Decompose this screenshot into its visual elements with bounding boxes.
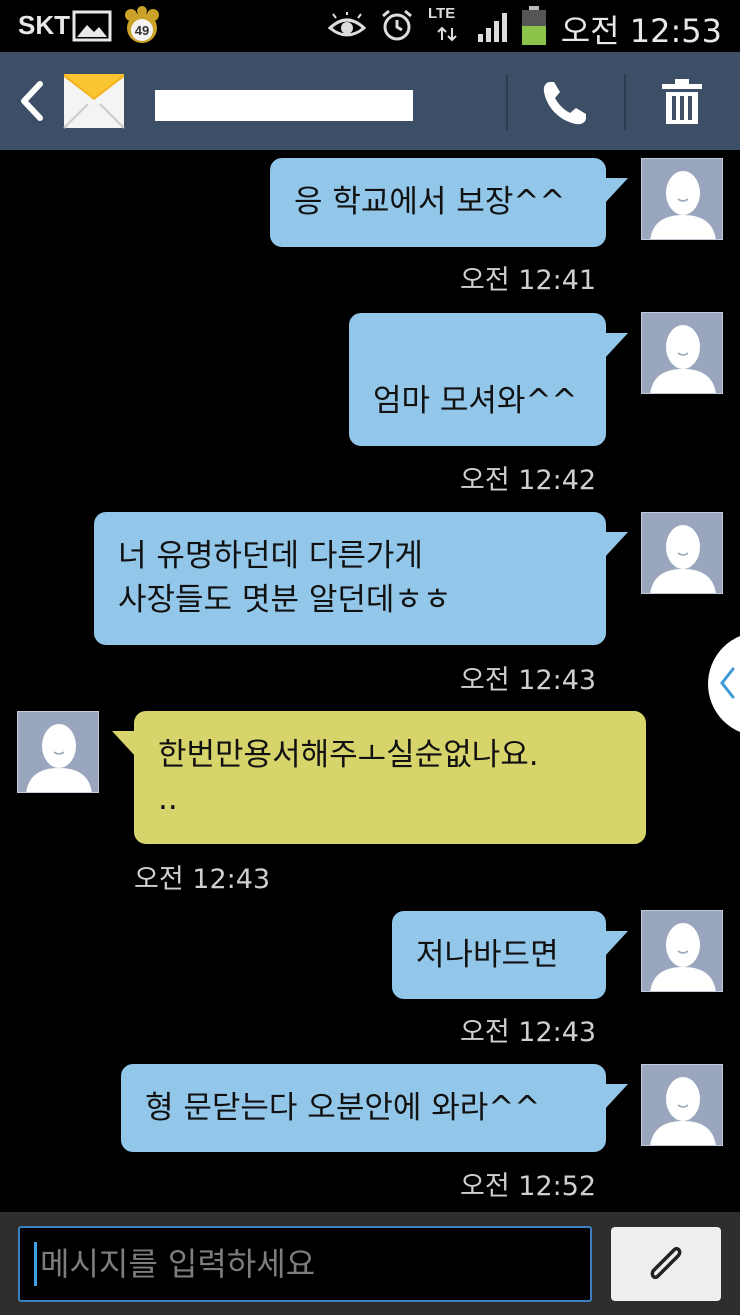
message-line: 너 유명하던데 다른가게 — [118, 538, 423, 574]
attach-button[interactable] — [611, 1227, 721, 1301]
person-icon — [650, 923, 716, 991]
message-timestamp: 오전 12:41 — [460, 265, 597, 296]
eye-icon — [327, 12, 367, 44]
signal-icon — [478, 10, 512, 46]
avatar[interactable] — [641, 312, 723, 394]
carrier-label: SKT — [18, 10, 70, 40]
phone-icon[interactable] — [538, 78, 590, 134]
avatar[interactable] — [641, 1064, 723, 1146]
lte-label: LTE — [428, 5, 456, 22]
message-timestamp: 오전 12:52 — [460, 1171, 597, 1202]
battery-icon — [521, 6, 547, 50]
person-icon — [650, 171, 716, 239]
message-timestamp: 오전 12:43 — [460, 1017, 597, 1048]
message-bubble-sent[interactable]: 형 문닫는다 오분안에 와라^^ — [121, 1064, 628, 1152]
person-icon — [650, 325, 716, 393]
side-panel-handle[interactable] — [708, 632, 740, 736]
message-bubble-sent[interactable]: 저나바드면 — [392, 911, 628, 999]
message-line: 형 문닫는다 오분안에 와라^^ — [145, 1090, 541, 1126]
message-line: 엄마 모셔와^^ — [373, 383, 578, 419]
message-input-placeholder: 메시지를 입력하세요 — [40, 1245, 316, 1283]
status-bar: SKT 49 LTE 오전 12:53 — [0, 0, 740, 52]
header-divider — [506, 74, 508, 130]
composer-bar: 메시지를 입력하세요 — [0, 1212, 740, 1315]
envelope-icon — [62, 70, 126, 136]
chevron-left-icon — [720, 667, 735, 699]
message-bubble-received[interactable]: 한번만용서해주ㅗ실순없나요. .. — [112, 711, 646, 844]
avatar[interactable] — [641, 158, 723, 240]
message-timestamp: 오전 12:43 — [460, 665, 597, 696]
message-timestamp: 오전 12:42 — [460, 465, 597, 496]
message-line: .. — [158, 781, 178, 817]
gallery-icon — [72, 10, 112, 46]
person-icon — [650, 525, 716, 593]
badge-number: 49 — [135, 23, 149, 38]
conversation-header — [0, 52, 740, 150]
message-bubble-sent[interactable]: 너 유명하던데 다른가게 사장들도 몃분 알던데ㅎㅎ — [94, 512, 628, 645]
back-icon[interactable] — [16, 80, 46, 126]
text-cursor — [34, 1242, 37, 1286]
trash-icon[interactable] — [660, 78, 704, 130]
message-line: 응 학교에서 보장^^ — [294, 184, 566, 220]
person-icon — [650, 1077, 716, 1145]
message-line: 사장들도 몃분 알던데ㅎㅎ — [118, 582, 452, 618]
status-time: 오전 12:53 — [560, 12, 722, 50]
message-bubble-sent[interactable]: 엄마 모셔와^^ — [349, 313, 628, 446]
message-input[interactable]: 메시지를 입력하세요 — [18, 1226, 592, 1302]
avatar[interactable] — [641, 512, 723, 594]
paperclip-icon — [650, 1246, 682, 1280]
message-timestamp: 오전 12:43 — [134, 864, 271, 895]
message-bubble-sent[interactable]: 응 학교에서 보장^^ — [270, 158, 628, 247]
paw-badge-icon: 49 — [122, 6, 162, 50]
lte-arrows-icon — [436, 26, 458, 46]
alarm-icon — [380, 8, 414, 46]
contact-name — [155, 90, 413, 121]
avatar[interactable] — [641, 910, 723, 992]
avatar[interactable] — [17, 711, 99, 793]
header-divider — [624, 74, 626, 130]
person-icon — [26, 724, 92, 792]
message-line: 저나바드면 — [416, 937, 559, 973]
message-line: 한번만용서해주ㅗ실순없나요. — [158, 737, 539, 773]
